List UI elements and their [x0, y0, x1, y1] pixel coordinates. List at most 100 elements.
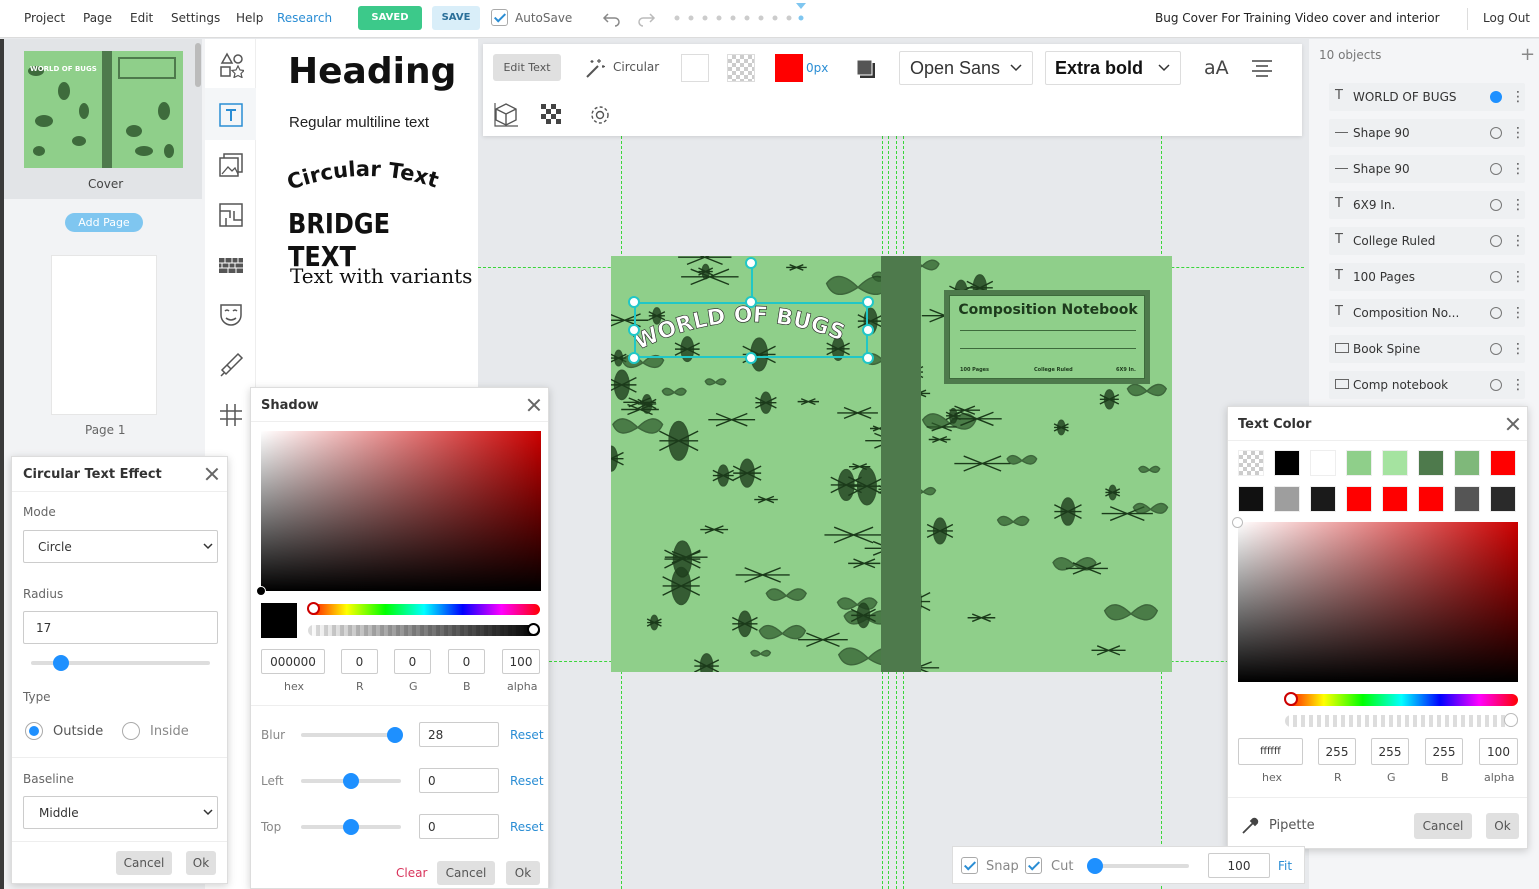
layer-item[interactable]: Comp notebook ⋮ — [1329, 371, 1525, 399]
color-swatch[interactable] — [1346, 450, 1372, 476]
top-input[interactable]: 0 — [419, 814, 499, 839]
menu-edit[interactable]: Edit — [130, 11, 153, 25]
pipette-icon[interactable] — [1241, 815, 1261, 835]
close-icon[interactable] — [205, 467, 219, 481]
b-input[interactable]: 0 — [448, 649, 485, 674]
left-reset-link[interactable]: Reset — [510, 774, 544, 788]
meta-size[interactable]: 6X9 In. — [1116, 367, 1136, 373]
r-input[interactable]: 0 — [341, 649, 378, 674]
left-input[interactable]: 0 — [419, 768, 499, 793]
brush-tool-icon[interactable] — [218, 352, 244, 378]
cut-checkbox[interactable] — [1025, 857, 1042, 874]
cancel-button[interactable]: Cancel — [437, 861, 495, 885]
hue-knob[interactable] — [1284, 692, 1298, 706]
top-slider-knob[interactable] — [343, 819, 359, 835]
alpha-input[interactable]: 100 — [1479, 738, 1518, 765]
layer-visibility-radio[interactable] — [1490, 343, 1502, 355]
grid-tool-icon[interactable] — [218, 402, 244, 428]
outside-radio[interactable] — [25, 722, 43, 740]
more-options-icon[interactable]: ⋮ — [1511, 160, 1525, 178]
magic-wand-icon[interactable] — [584, 57, 606, 79]
layer-item[interactable]: Shape 90 ⋮ — [1329, 119, 1525, 147]
pipette-label[interactable]: Pipette — [1269, 818, 1315, 833]
layer-visibility-radio[interactable] — [1490, 127, 1502, 139]
menu-help[interactable]: Help — [236, 11, 263, 25]
zoom-input[interactable]: 100 — [1208, 853, 1270, 878]
layer-item[interactable]: Shape 90 ⋮ — [1329, 155, 1525, 183]
zoom-slider[interactable] — [1089, 864, 1189, 868]
more-options-icon[interactable]: ⋮ — [1511, 196, 1525, 214]
layer-visibility-radio[interactable] — [1490, 91, 1502, 103]
layer-item[interactable]: T Composition No... ⋮ — [1329, 299, 1525, 327]
blur-input[interactable]: 28 — [419, 722, 499, 747]
hex-input[interactable]: 000000 — [261, 649, 325, 674]
color-swatch[interactable] — [1490, 486, 1516, 512]
zoom-slider-knob[interactable] — [1087, 858, 1103, 874]
logout-link[interactable]: Log Out — [1483, 11, 1530, 25]
b-input[interactable]: 255 — [1425, 738, 1463, 765]
undo-icon[interactable] — [602, 9, 622, 27]
spectrum-picker[interactable] — [256, 586, 266, 596]
ok-button[interactable]: Ok — [1486, 813, 1519, 839]
3d-box-icon[interactable] — [493, 101, 519, 127]
color-swatch[interactable] — [1238, 486, 1264, 512]
shadow-icon[interactable] — [855, 58, 877, 80]
history-timeline[interactable] — [672, 2, 812, 26]
cover-thumbnail[interactable]: WORLD OF BUGS — [24, 51, 183, 168]
selection-box[interactable] — [634, 302, 868, 358]
multiline-preset[interactable]: Regular multiline text — [289, 114, 429, 131]
circular-effect-label[interactable]: Circular — [613, 60, 659, 74]
left-slider-knob[interactable] — [343, 773, 359, 789]
resize-handle[interactable] — [628, 352, 640, 364]
color-swatch[interactable] — [1274, 486, 1300, 512]
mode-select[interactable]: Circle — [23, 530, 218, 563]
hue-slider[interactable] — [1285, 694, 1518, 706]
close-icon[interactable] — [527, 398, 541, 412]
notebook-label-box[interactable]: Composition Notebook 100 Pages College R… — [944, 290, 1150, 384]
g-input[interactable]: 255 — [1371, 738, 1409, 765]
fit-link[interactable]: Fit — [1278, 859, 1292, 873]
color-swatch[interactable] — [1382, 486, 1408, 512]
color-swatch[interactable] — [1418, 450, 1444, 476]
hue-knob[interactable] — [307, 602, 320, 615]
more-options-icon[interactable]: ⋮ — [1511, 124, 1525, 142]
resize-handle[interactable] — [862, 324, 874, 336]
inside-radio[interactable] — [122, 722, 140, 740]
layer-item[interactable]: T 100 Pages ⋮ — [1329, 263, 1525, 291]
elements-icon[interactable] — [218, 52, 244, 78]
resize-handle[interactable] — [628, 324, 640, 336]
blur-slider[interactable] — [301, 733, 401, 737]
top-reset-link[interactable]: Reset — [510, 820, 544, 834]
color-swatch[interactable] — [1346, 486, 1372, 512]
ok-button[interactable]: Ok — [186, 851, 216, 875]
layer-visibility-radio[interactable] — [1490, 379, 1502, 391]
menu-project[interactable]: Project — [24, 11, 65, 25]
blur-reset-link[interactable]: Reset — [510, 728, 544, 742]
color-swatch[interactable] — [1382, 450, 1408, 476]
cover-thumb-selected[interactable]: WORLD OF BUGS Cover — [4, 39, 202, 199]
gear-icon[interactable] — [589, 104, 611, 126]
redo-icon[interactable] — [636, 9, 656, 27]
stroke-width-value[interactable]: 0px — [806, 61, 828, 75]
edit-text-button[interactable]: Edit Text — [493, 54, 561, 81]
layer-visibility-radio[interactable] — [1490, 271, 1502, 283]
color-swatch[interactable] — [1274, 450, 1300, 476]
resize-handle[interactable] — [628, 296, 640, 308]
alpha-input[interactable]: 100 — [502, 649, 540, 674]
stroke-color-swatch[interactable] — [775, 54, 803, 82]
alpha-slider[interactable] — [308, 625, 540, 636]
circular-text-preset[interactable]: Circular Text — [286, 154, 446, 194]
layer-visibility-radio[interactable] — [1490, 307, 1502, 319]
radius-slider-knob[interactable] — [53, 655, 70, 671]
g-input[interactable]: 0 — [394, 649, 431, 674]
cancel-button[interactable]: Cancel — [1414, 813, 1472, 839]
image-tool-icon[interactable] — [218, 152, 244, 178]
more-options-icon[interactable]: ⋮ — [1511, 88, 1525, 106]
color-swatch[interactable] — [1310, 486, 1336, 512]
more-options-icon[interactable]: ⋮ — [1511, 304, 1525, 322]
color-swatch[interactable] — [1310, 450, 1336, 476]
more-options-icon[interactable]: ⋮ — [1511, 232, 1525, 250]
more-options-icon[interactable]: ⋮ — [1511, 268, 1525, 286]
more-options-icon[interactable]: ⋮ — [1511, 340, 1525, 358]
page1-thumbnail[interactable] — [51, 255, 157, 415]
